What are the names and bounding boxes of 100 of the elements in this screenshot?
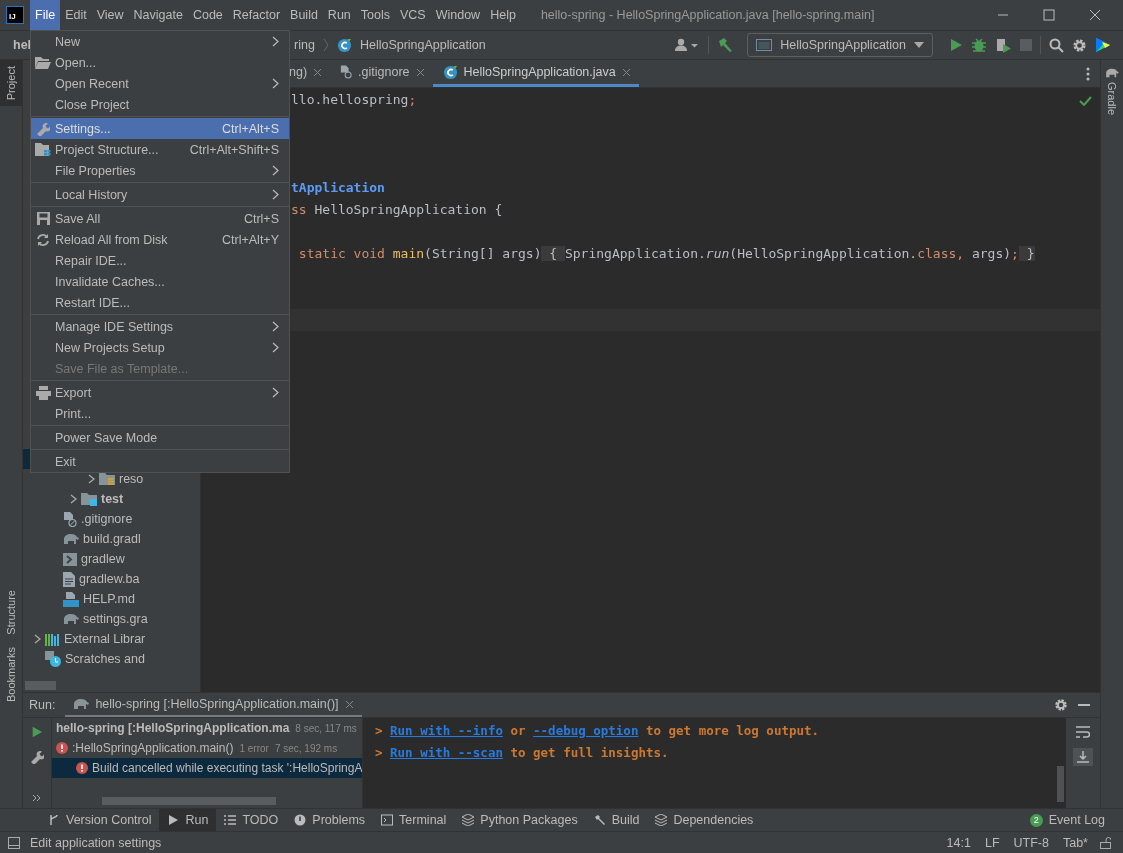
panel-toggle-icon[interactable] [8,836,20,849]
menu-item[interactable]: VCS [395,0,431,30]
bug-icon[interactable] [971,37,987,53]
menu-item[interactable]: New Projects Setup [31,337,289,358]
duration: 7 sec, 192 ms [274,742,338,754]
indent-setting[interactable]: Tab* [1060,835,1090,850]
menu-item[interactable]: Restart IDE... [31,292,289,313]
event-log-button[interactable]: 2 Event Log [1021,809,1113,831]
menu-item[interactable]: Tools [355,0,395,30]
coverage-icon[interactable] [995,37,1012,53]
scrollbar-thumb[interactable] [25,680,56,690]
console-link[interactable]: --debug option [533,720,639,742]
menu-item[interactable]: Power Save Mode [31,427,289,448]
console-link[interactable]: Run with --scan [390,742,503,764]
line-separator[interactable]: LF [982,835,1002,850]
tool-window-button[interactable]: Problems [286,809,374,831]
tree-item[interactable]: reso [119,472,144,486]
tree-item[interactable]: test [101,492,124,506]
menu-item[interactable]: Exit [31,451,289,472]
menu-item[interactable]: View [91,0,129,30]
menu-item[interactable]: Run [322,0,356,30]
tool-window-tab[interactable]: Project [0,60,22,107]
close-icon[interactable] [313,67,323,77]
tool-window-button[interactable]: TODO [216,809,287,831]
menu-item[interactable]: Print... [31,403,289,424]
tool-window-tab[interactable]: Bookmarks [0,640,22,708]
user-icon[interactable] [674,38,701,52]
run-tree-row[interactable]: hello-spring [:HelloSpringApplication.ma 8 sec, 117 ms [52,718,362,738]
caret-position[interactable]: 14:1 [944,835,973,850]
menu-item[interactable]: Settings... Ctrl+Alt+S [31,118,289,139]
more-icon[interactable] [1086,66,1090,81]
layers-icon [655,814,668,826]
tree-item[interactable]: gradlew [81,552,125,566]
tree-item[interactable]: gradlew.ba [79,572,140,586]
menu-item[interactable]: Edit [60,0,92,30]
run-icon[interactable] [31,726,43,738]
file-icon [340,65,353,79]
menu-item[interactable]: Invalidate Caches... [31,271,289,292]
project-name[interactable]: hel [13,38,32,52]
menu-item[interactable]: Code [187,0,228,30]
tool-window-button[interactable]: Dependencies [647,809,762,831]
close-icon[interactable] [1089,9,1101,21]
tree-item[interactable]: .gitignore [81,512,133,526]
tool-window-button[interactable]: Python Packages [454,809,586,831]
tool-window-button[interactable]: Version Control [40,809,160,831]
tree-item[interactable]: HELP.md [83,592,135,606]
close-icon[interactable] [621,67,631,77]
wrench-icon[interactable] [30,750,44,764]
console-link[interactable]: Run with --info [390,720,503,742]
tool-window-button[interactable]: Run [159,809,217,831]
close-icon[interactable] [344,699,354,709]
tool-window-button[interactable]: Build [585,809,648,831]
run-configuration-dropdown[interactable]: HelloSpringApplication [747,33,933,57]
more-tools-icon[interactable] [32,794,42,802]
menu-item[interactable]: Manage IDE Settings [31,316,289,337]
menu-item[interactable]: Reload All from Disk Ctrl+Alt+Y [31,229,289,250]
close-icon[interactable] [415,67,425,77]
tree-item[interactable]: External Librar [64,632,146,646]
breadcrumb[interactable]: ring [294,38,315,52]
duration: 8 sec, 117 ms [295,722,357,734]
menu-item[interactable]: Save All Ctrl+S [31,208,289,229]
tool-window-tab[interactable]: Structure [0,584,22,641]
maximize-icon[interactable] [1043,9,1055,21]
breadcrumb[interactable]: HelloSpringApplication [359,38,486,52]
menu-item[interactable]: Project Structure... Ctrl+Alt+Shift+S [31,139,289,160]
menu-item[interactable]: Export [31,382,289,403]
menu-item[interactable]: Local History [31,184,289,205]
editor-tab[interactable]: .gitignore [330,60,433,87]
menu-item[interactable]: Close Project [31,94,289,115]
lock-icon[interactable] [1100,836,1111,849]
tree-item[interactable]: Scratches and [65,652,145,666]
settings-icon[interactable] [1054,698,1068,712]
menu-item[interactable]: Help [485,0,521,30]
toolbox-logo-icon[interactable] [1095,37,1111,53]
class-icon [442,64,458,80]
run-tree-row[interactable]: Build cancelled while executing task ':HelloSpringA [52,758,362,778]
run-tree-row[interactable]: :HelloSpringApplication.main() 1 error 7 sec, 192 ms [52,738,362,758]
tool-window-button[interactable]: Terminal [373,809,455,831]
menu-item[interactable]: Build [285,0,323,30]
tree-item[interactable]: settings.gra [83,612,148,626]
menu-item[interactable]: New [31,31,289,52]
elephant-icon [1105,68,1119,78]
search-icon[interactable] [1049,37,1064,53]
terminal-file-icon [63,552,77,566]
tool-window-tab[interactable]: Gradle [1101,60,1123,124]
soft-wrap-icon[interactable] [1076,726,1090,738]
menu-item[interactable]: Navigate [128,0,188,30]
scrollbar-thumb[interactable] [1057,766,1064,802]
run-icon[interactable] [949,38,963,52]
settings-icon[interactable] [1072,37,1087,53]
menu-item[interactable]: File Properties [31,160,289,181]
scrollbar-thumb[interactable] [102,797,276,805]
scroll-to-end-button[interactable] [1073,748,1093,766]
menu-item[interactable]: File [30,0,61,30]
menu-item[interactable]: Window [430,0,486,30]
menu-item[interactable]: Repair IDE... [31,250,289,271]
run-tab[interactable]: hello-spring [:HelloSpringApplication.main()] [65,693,362,717]
file-encoding[interactable]: UTF-8 [1011,835,1051,850]
menu-item[interactable]: Refactor [227,0,286,30]
tree-item[interactable]: build.gradl [83,532,141,546]
